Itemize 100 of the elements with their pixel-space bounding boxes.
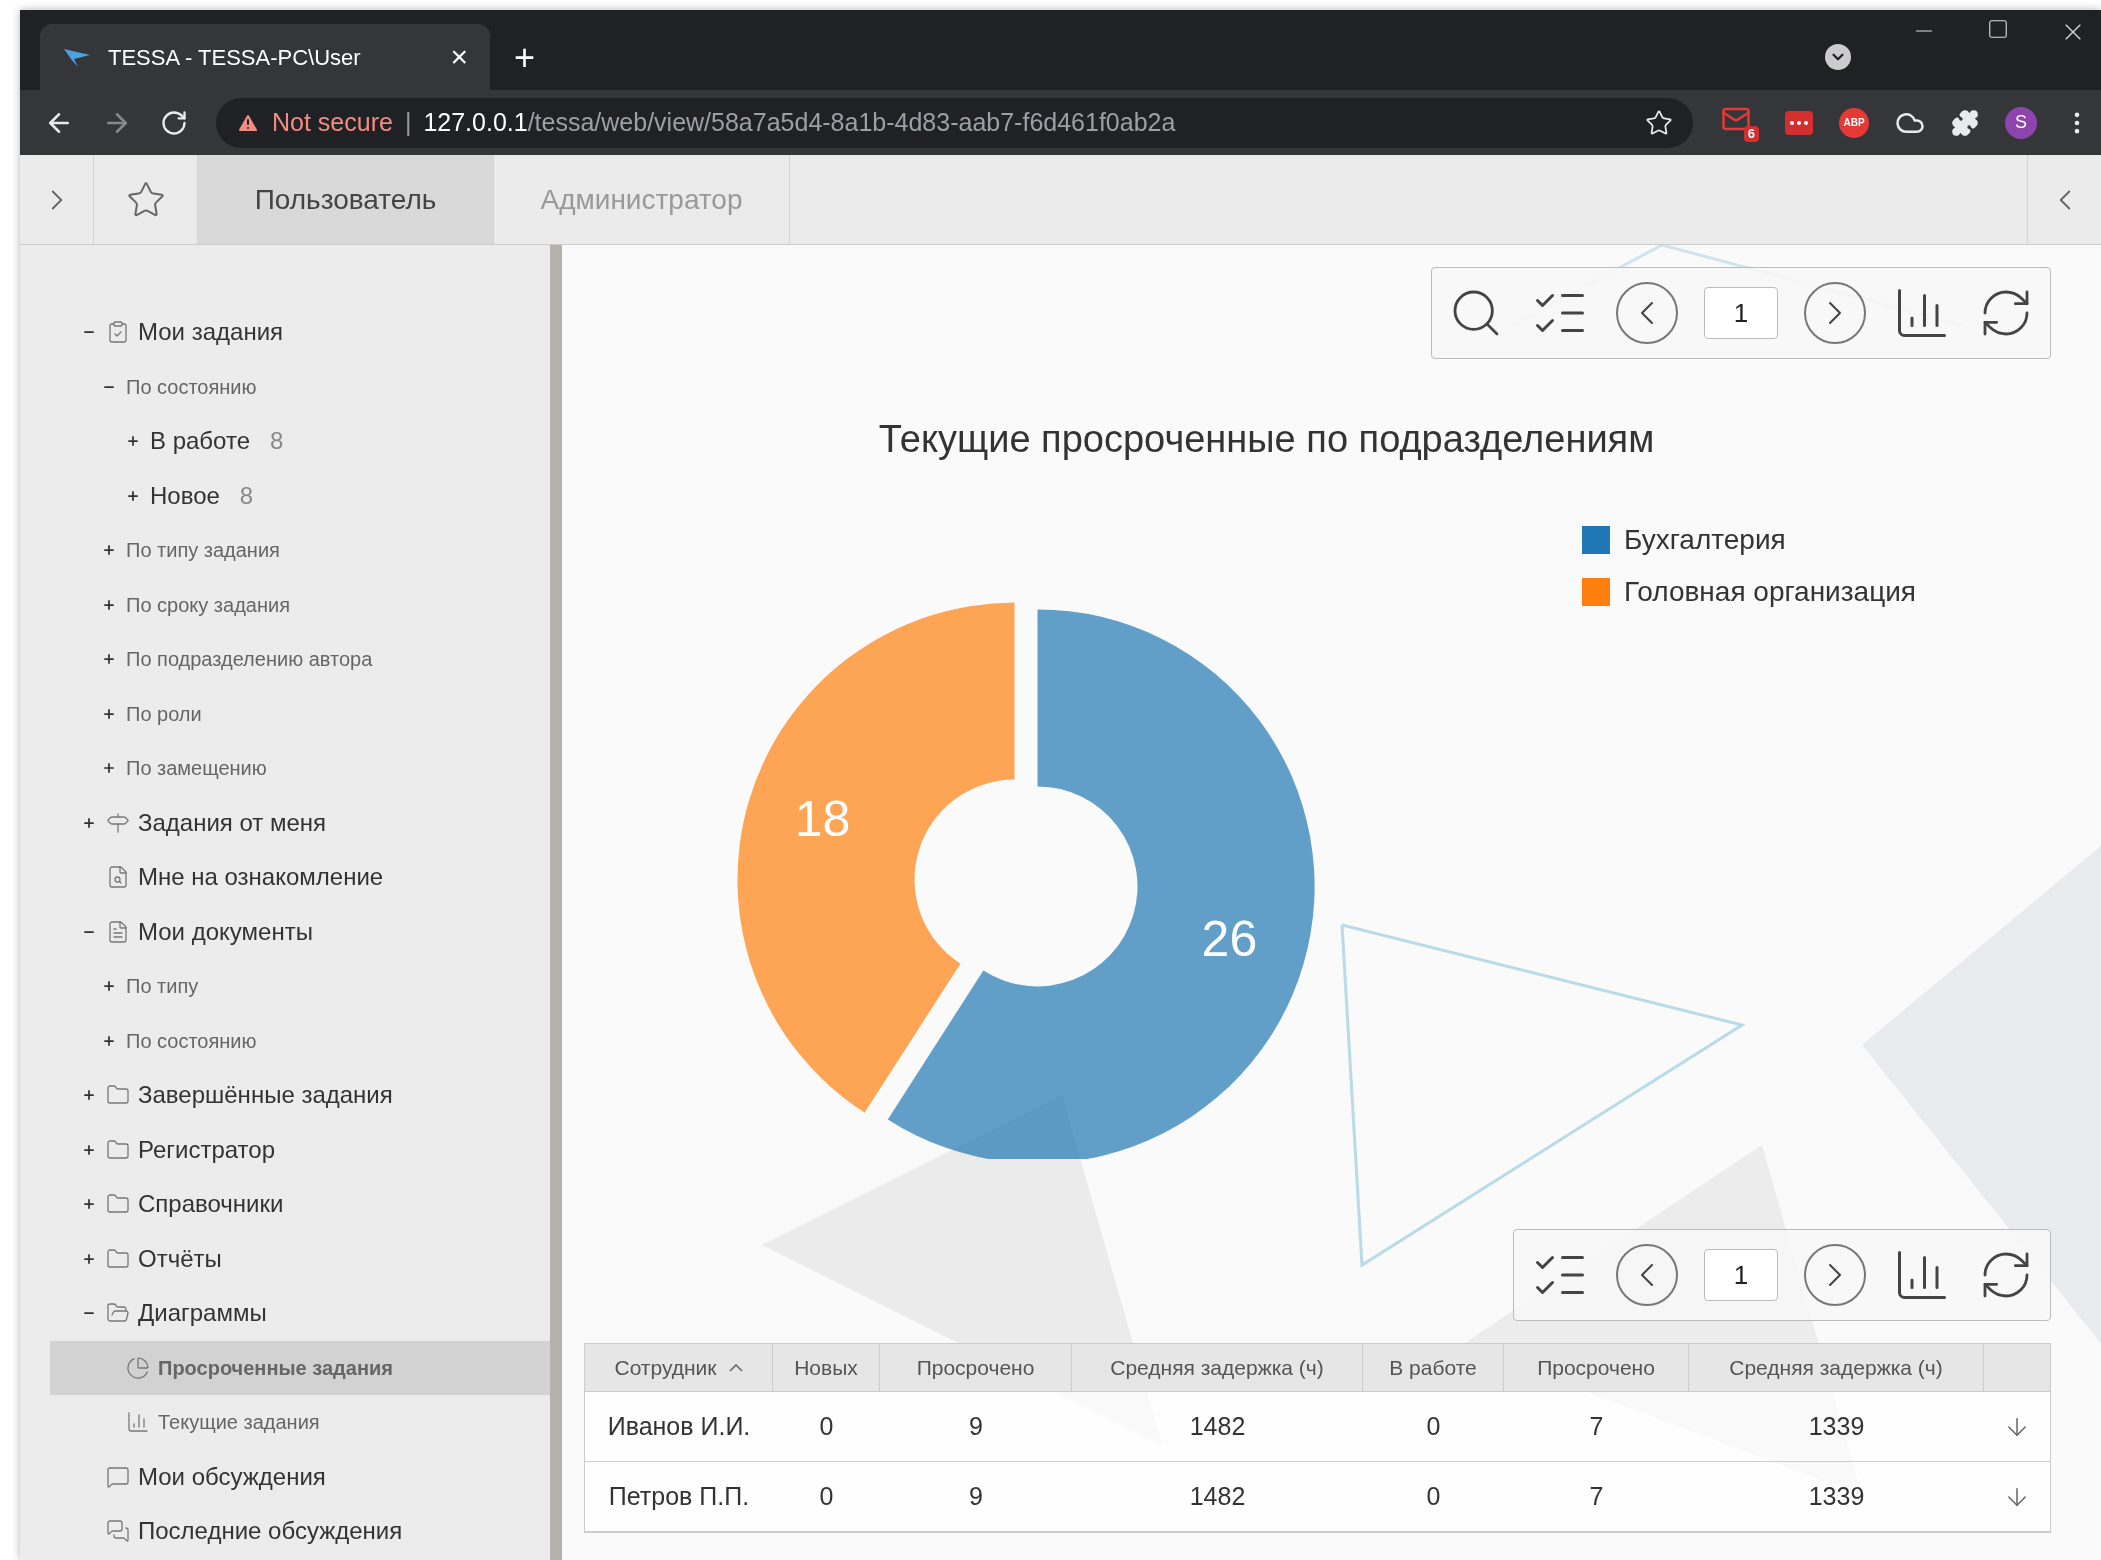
expand-icon[interactable] [82,1197,96,1212]
tree-item[interactable]: Текущие задания [50,1395,550,1450]
bookmark-star-icon[interactable] [1645,108,1673,137]
close-tab-button[interactable]: × [450,42,468,72]
tree-item-label: Последние обсуждения [138,1516,403,1547]
tree-item[interactable]: По подразделению автора [50,632,550,687]
workspace-tab[interactable]: Пользователь [198,155,494,244]
expand-icon[interactable] [126,488,140,503]
expand-icon[interactable] [102,761,116,776]
expand-icon[interactable] [82,1251,96,1266]
expand-icon[interactable] [82,1142,96,1157]
reload-icon[interactable] [160,108,188,137]
mail-badge: 6 [1743,125,1759,142]
expand-icon[interactable] [82,815,96,830]
column-header[interactable]: Просрочено [1504,1344,1689,1391]
address-field[interactable]: Not secure | 127.0.0.1/tessa/web/view/58a7a5d4-8a1b-4d83-aab7-f6d461f0ab2a [216,97,1693,148]
table-cell-text: 9 [968,1410,984,1442]
new-tab-button[interactable]: + [514,40,536,76]
expand-icon[interactable] [102,1033,116,1048]
tree-item[interactable]: По сроку задания [50,577,550,632]
table-cell-text: Петров П.П. [607,1480,751,1512]
tree-item-label: Справочники [138,1189,284,1220]
tree-item-label: По типу [126,974,199,1000]
tree-item-label: По роли [126,701,202,727]
document-search-icon [106,865,130,890]
expand-icon[interactable] [102,597,116,612]
folder-icon [106,1246,130,1271]
tab-search-icon[interactable] [1825,44,1851,70]
column-header[interactable]: В работе [1363,1344,1504,1391]
tree-item[interactable]: По состоянию [50,359,550,414]
tree-item-label: В работе [150,426,250,457]
tree-item[interactable]: Мои обсуждения [50,1449,550,1504]
tree-item[interactable]: Справочники [50,1177,550,1232]
table-cell-text: 0 [818,1410,835,1442]
url-host: 127.0.0.1 [423,106,528,138]
expand-icon[interactable] [102,543,116,558]
adblock-extension[interactable]: ABP [1839,107,1869,138]
browser-tab[interactable]: TESSA - TESSA-PC\User × [40,24,490,90]
previous-page-button[interactable] [1616,1244,1678,1306]
table-cell-text: 7 [1588,1410,1605,1442]
tree-item[interactable]: Просроченные задания [50,1340,550,1395]
column-header[interactable]: Средняя задержка (ч) [1072,1344,1363,1391]
url-separator: | [404,106,412,138]
next-page-button[interactable] [1804,1244,1866,1306]
column-header[interactable]: Сотрудник [585,1344,773,1391]
table-cell-text: Иванов И.И. [606,1410,752,1442]
tree-item[interactable]: По типу задания [50,523,550,578]
expand-icon[interactable] [126,434,140,449]
table-cell-text: 0 [1425,1480,1442,1512]
profile-avatar[interactable]: S [2005,106,2037,139]
tree-item-label: Отчёты [138,1243,222,1274]
extensions-icon[interactable] [1951,108,1979,137]
tree-item[interactable]: В работе 8 [50,414,550,469]
tree-item[interactable]: Отчёты [50,1231,550,1286]
folder-icon [106,1137,130,1162]
dots-extension-icon[interactable] [1785,110,1813,135]
column-header[interactable]: Средняя задержка (ч) [1689,1344,1984,1391]
legend-label: Головная организация [1624,575,1916,609]
tree-item[interactable]: По состоянию [50,1013,550,1068]
tree-item[interactable]: Новое 8 [50,468,550,523]
table-cell-text: 1339 [1807,1480,1866,1512]
tree-item[interactable]: Мои задания [50,305,550,360]
tree-item[interactable]: Диаграммы [50,1286,550,1341]
page-field[interactable]: 1 [1704,1249,1778,1301]
table-cell-text: 9 [968,1480,984,1512]
chart-title: Текущие просроченные по подразделениям [878,416,1655,462]
maximize-icon[interactable] [1987,18,2009,40]
expand-icon[interactable] [82,1088,96,1103]
item-count: 8 [270,426,284,457]
expand-icon[interactable] [102,706,116,721]
expand-icon[interactable] [102,979,116,994]
column-header[interactable]: Просрочено [880,1344,1072,1391]
table-cell-text: 0 [1425,1410,1442,1442]
column-header[interactable]: Новых [773,1344,880,1391]
tree-item-label: Просроченные задания [158,1355,393,1381]
scrollbar[interactable] [550,245,562,1560]
tree-item[interactable]: Завершённые задания [50,1068,550,1123]
tree-item[interactable]: Последние обсуждения [50,1504,550,1559]
tree-item[interactable]: Задания от меня [50,795,550,850]
next-page-button[interactable] [1804,282,1866,344]
chats-icon [106,1519,130,1544]
mail-extension[interactable]: 6 [1721,103,1759,142]
tree-item[interactable]: По типу [50,959,550,1014]
previous-page-button[interactable] [1616,282,1678,344]
tree-item[interactable]: Мои документы [50,904,550,959]
legend-label: Бухгалтерия [1624,523,1786,557]
tree-item[interactable]: По замещению [50,741,550,796]
chat-icon [106,1464,130,1489]
expand-icon[interactable] [102,652,116,667]
table-cell-text: 1339 [1807,1410,1866,1442]
tree-item[interactable]: Мне на ознакомление [50,850,550,905]
table-cell-text: 0 [818,1480,835,1512]
page-field[interactable]: 1 [1704,287,1778,339]
tree-item-label: Мои задания [138,317,284,348]
tree-item[interactable]: По роли [50,686,550,741]
tree-item-label: Текущие задания [158,1410,320,1436]
tree-item-label: По состоянию [126,374,257,400]
tree-item-label: Завершённые задания [138,1080,393,1111]
tree-item[interactable]: Регистратор [50,1122,550,1177]
clipboard-check-icon [106,320,130,345]
